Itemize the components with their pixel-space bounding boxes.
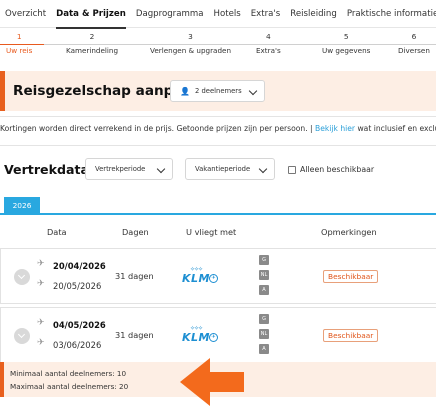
departure-plane-icon: ✈ (37, 318, 45, 328)
step-label: Verlengen & upgraden (148, 45, 234, 57)
discount-text: Kortingen worden direct verrekend in de … (0, 124, 316, 133)
info-badge-nl[interactable]: NL (259, 270, 269, 280)
tab-reisleiding[interactable]: Reisleiding (290, 0, 337, 28)
top-tabs: Overzicht Data & Prijzen Dagprogramma Ho… (0, 0, 436, 29)
trip-days: 31 dagen (115, 271, 154, 281)
return-date: 20/05/2026 (53, 281, 102, 291)
airline-name: KLM (182, 331, 210, 344)
bekijk-hier-link[interactable]: Bekijk hier (315, 124, 355, 133)
info-badge-g[interactable]: G (259, 255, 269, 265)
discount-text-after: wat inclusief en exclus (355, 124, 436, 133)
max-participants: Maximaal aantal deelnemers: 20 (10, 382, 129, 391)
departure-period-dropdown[interactable]: Vertrekperiode (85, 158, 173, 180)
departures-title: Vertrekdata (4, 162, 89, 177)
people-icon: 👤 (180, 86, 190, 96)
expand-row-button[interactable] (14, 328, 30, 344)
step-label: Diversen (396, 45, 432, 57)
year-tabs: 2026 (0, 197, 436, 215)
airline-name: KLM (182, 272, 210, 285)
holiday-period-value: Vakantieperiode (195, 165, 251, 173)
tab-dagprogramma[interactable]: Dagprogramma (136, 0, 204, 28)
step-label: Extra's (254, 45, 283, 57)
departure-period-value: Vertrekperiode (95, 165, 146, 173)
tab-praktische-informatie[interactable]: Praktische informatie (347, 0, 436, 28)
tab-extras[interactable]: Extra's (251, 0, 281, 28)
info-badge-a[interactable]: A (259, 344, 269, 354)
table-row[interactable]: ✈ 20/04/2026 ✈ 20/05/2026 31 dagen ✧✧✧ K… (0, 248, 436, 304)
chevron-down-icon (248, 86, 258, 96)
info-badge-nl[interactable]: NL (259, 329, 269, 339)
step-label: Uw reis (4, 45, 35, 57)
departure-date: 04/05/2026 (53, 320, 106, 330)
step-label: Kamerindeling (64, 45, 121, 57)
tab-data-prijzen[interactable]: Data & Prijzen (56, 0, 126, 29)
return-date: 03/06/2026 (53, 340, 102, 350)
step-kamerindeling[interactable]: 2 Kamerindeling (64, 32, 121, 57)
available-only-filter[interactable]: Alleen beschikbaar (288, 165, 374, 174)
info-badge-a[interactable]: A (259, 285, 269, 295)
trip-days: 31 dagen (115, 330, 154, 340)
available-only-checkbox[interactable] (288, 165, 296, 174)
annotation-arrow-icon (180, 358, 244, 406)
column-header-remarks: Opmerkingen (321, 227, 377, 237)
chevron-down-icon (156, 164, 166, 174)
step-number: 5 (343, 32, 349, 41)
expand-row-button[interactable] (14, 269, 30, 285)
tab-overzicht[interactable]: Overzicht (5, 0, 46, 28)
column-header-airline: U vliegt met (186, 227, 237, 237)
discount-info: Kortingen worden direct verrekend in de … (0, 124, 436, 133)
skyteam-icon: ✈ (209, 333, 218, 342)
klm-logo: ✧✧✧ KLM ✈ (182, 325, 222, 344)
departure-plane-icon: ✈ (37, 259, 45, 269)
status-badge: Beschikbaar (323, 329, 379, 342)
step-number: 3 (188, 32, 193, 41)
participants-dropdown[interactable]: 👤 2 deelnemers (170, 80, 265, 102)
step-diversen[interactable]: 6 Diversen (396, 32, 432, 57)
step-number: 4 (266, 32, 271, 41)
column-header-days: Dagen (122, 227, 149, 237)
divider (0, 145, 436, 146)
step-number: 6 (411, 32, 417, 41)
status-badge: Beschikbaar (323, 270, 379, 283)
step-extras[interactable]: 4 Extra's (254, 32, 283, 57)
holiday-period-dropdown[interactable]: Vakantieperiode (185, 158, 275, 180)
tab-hotels[interactable]: Hotels (214, 0, 241, 28)
return-plane-icon: ✈ (37, 279, 45, 289)
departure-date: 20/04/2026 (53, 261, 106, 271)
travel-party-banner: Reisgezelschap aanpassen 👤 2 deelnemers (0, 71, 436, 111)
klm-logo: ✧✧✧ KLM ✈ (182, 266, 222, 285)
column-header-date: Data (47, 227, 67, 237)
info-badge-g[interactable]: G (259, 314, 269, 324)
booking-stepper: 1 Uw reis 2 Kamerindeling 3 Verlengen & … (0, 32, 436, 58)
step-number: 1 (16, 32, 22, 41)
skyteam-icon: ✈ (209, 274, 218, 283)
return-plane-icon: ✈ (37, 338, 45, 348)
step-label: Uw gegevens (320, 45, 373, 57)
available-only-label: Alleen beschikbaar (300, 165, 375, 174)
year-tab-2026[interactable]: 2026 (4, 197, 40, 214)
step-uw-reis[interactable]: 1 Uw reis (4, 32, 35, 57)
divider (0, 116, 436, 117)
participants-value: 2 deelnemers (194, 87, 242, 95)
step-uw-gegevens[interactable]: 5 Uw gegevens (320, 32, 373, 57)
min-participants: Minimaal aantal deelnemers: 10 (10, 369, 127, 378)
chevron-down-icon (258, 164, 268, 174)
step-number: 2 (89, 32, 95, 41)
step-verlengen-upgraden[interactable]: 3 Verlengen & upgraden (148, 32, 234, 57)
